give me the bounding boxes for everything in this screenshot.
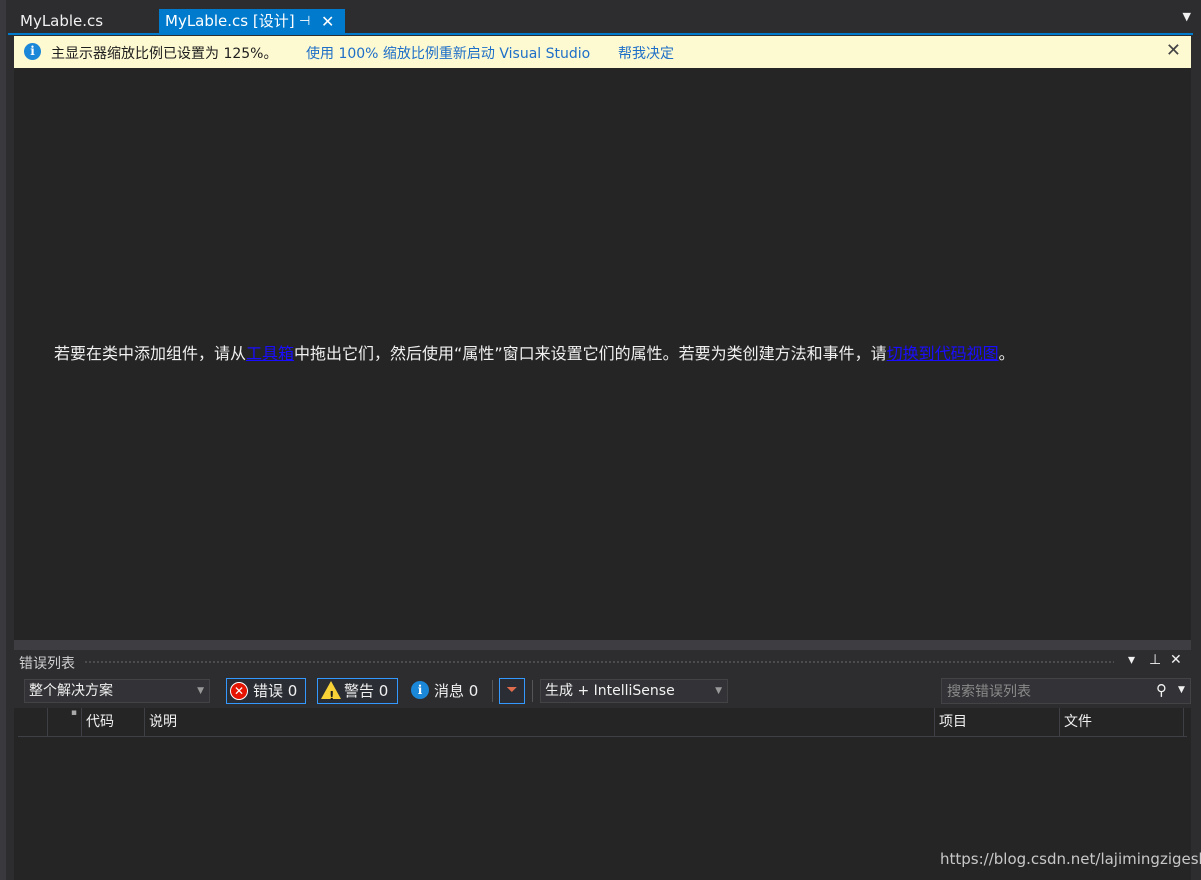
- search-icon[interactable]: ⚲: [1156, 681, 1167, 699]
- designer-hint: 若要在类中添加组件，请从工具箱中拖出它们，然后使用“属性”窗口来设置它们的属性。…: [54, 340, 1174, 364]
- source-selected: 生成 + IntelliSense: [545, 683, 675, 699]
- column-header-project[interactable]: 项目: [935, 708, 1060, 736]
- scope-selected: 整个解决方案: [29, 683, 113, 699]
- hint-text: 若要在类中添加组件，请从: [54, 344, 247, 363]
- search-input[interactable]: [942, 679, 1155, 705]
- watermark: https://blog.csdn.net/lajimingzigeshi: [940, 850, 1201, 868]
- toolbar-separator: [532, 680, 533, 702]
- active-tab-underline: [8, 33, 1193, 35]
- tab-label: MyLable.cs: [20, 12, 104, 30]
- restart-100-link[interactable]: 使用 100% 缩放比例重新启动 Visual Studio: [306, 43, 590, 63]
- errors-count-label: 错误 0: [253, 682, 298, 700]
- close-icon[interactable]: ✕: [1170, 652, 1182, 668]
- tab-label: MyLable.cs [设计]: [165, 12, 295, 30]
- error-list-toolbar: 整个解决方案 ▼ ✕ 错误 0 ! 警告 0 i 消息 0 ⏷ 生成 + Int…: [14, 674, 1191, 708]
- close-icon[interactable]: ✕: [1166, 40, 1181, 61]
- dpi-info-bar: i 主显示器缩放比例已设置为 125%。 使用 100% 缩放比例重新启动 Vi…: [14, 36, 1191, 68]
- column-header-sort[interactable]: ▪: [48, 708, 82, 736]
- panel-title: 错误列表: [19, 656, 75, 672]
- scope-dropdown[interactable]: 整个解决方案 ▼: [24, 679, 210, 703]
- panel-title-bar: 错误列表 ▾ ⊥ ✕: [14, 650, 1191, 674]
- search-options-dropdown-icon[interactable]: ▼: [1178, 685, 1185, 695]
- switch-to-code-view-link[interactable]: 切换到代码视图: [887, 344, 999, 363]
- search-error-list[interactable]: ⚲ ▼: [941, 678, 1191, 705]
- toolbar-separator: [492, 680, 493, 702]
- close-icon[interactable]: ✕: [321, 9, 334, 34]
- toolbox-link[interactable]: 工具箱: [246, 344, 294, 363]
- warnings-filter-button[interactable]: ! 警告 0: [317, 678, 398, 704]
- info-message: 主显示器缩放比例已设置为 125%。: [51, 46, 278, 62]
- warnings-count-label: 警告 0: [344, 682, 389, 700]
- info-icon: i: [411, 681, 429, 699]
- right-edge: [1193, 34, 1201, 880]
- column-header-file[interactable]: 文件: [1060, 708, 1184, 736]
- chevron-down-icon: ▼: [197, 686, 204, 696]
- tab-mylable-design[interactable]: MyLable.cs [设计] ⊣ ✕: [159, 9, 345, 34]
- column-header-description[interactable]: 说明: [145, 708, 935, 736]
- hint-text: 中拖出它们，然后使用“属性”窗口来设置它们的属性。若要为类创建方法和事件，请: [294, 344, 887, 363]
- panel-splitter[interactable]: [14, 640, 1191, 650]
- sort-indicator-icon: ▪: [70, 708, 77, 718]
- title-grip[interactable]: [84, 660, 1114, 665]
- tab-overflow-dropdown-icon[interactable]: ▼: [1183, 10, 1191, 23]
- build-source-dropdown[interactable]: 生成 + IntelliSense ▼: [540, 679, 728, 703]
- help-me-decide-link[interactable]: 帮我决定: [618, 43, 674, 63]
- messages-count-label: 消息 0: [434, 682, 479, 700]
- document-tab-strip: MyLable.cs MyLable.cs [设计] ⊣ ✕ ▼: [8, 0, 1201, 34]
- error-icon: ✕: [230, 682, 248, 700]
- hint-text: 。: [998, 344, 1015, 363]
- window-position-dropdown-icon[interactable]: ▾: [1128, 652, 1135, 668]
- left-edge: [0, 0, 6, 880]
- component-designer-surface[interactable]: 若要在类中添加组件，请从工具箱中拖出它们，然后使用“属性”窗口来设置它们的属性。…: [14, 68, 1191, 640]
- chevron-down-icon: ▼: [715, 686, 722, 696]
- column-header-icon[interactable]: [18, 708, 48, 736]
- info-icon: i: [24, 43, 41, 60]
- error-list-header: ▪ 代码 说明 项目 文件: [18, 708, 1187, 737]
- pin-icon[interactable]: ⊣: [299, 9, 310, 34]
- column-header-code[interactable]: 代码: [82, 708, 145, 736]
- error-list-panel: 错误列表 ▾ ⊥ ✕ 整个解决方案 ▼ ✕ 错误 0 ! 警告 0 i 消息 0…: [14, 650, 1191, 880]
- pin-icon[interactable]: ⊥: [1149, 652, 1161, 668]
- filter-funnel-icon[interactable]: ⏷: [499, 678, 525, 704]
- errors-filter-button[interactable]: ✕ 错误 0: [226, 678, 306, 704]
- tab-mylable-cs[interactable]: MyLable.cs: [14, 9, 109, 34]
